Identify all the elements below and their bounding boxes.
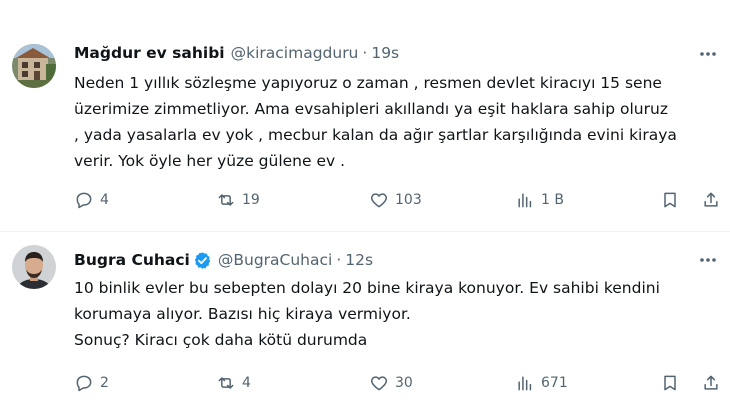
view-count: 1 B (541, 192, 564, 208)
more-options-button[interactable] (696, 248, 720, 272)
tweet-header: Bugra Cuhaci @BugraCuhaci · 12s (74, 248, 373, 272)
retweet-count: 4 (242, 375, 251, 391)
share-button[interactable] (701, 371, 721, 395)
retweet-count: 19 (242, 192, 260, 208)
tweet-header: Mağdur ev sahibi @kiracimagduru · 19s (74, 41, 399, 65)
heart-icon (370, 376, 388, 391)
reply-icon (76, 375, 92, 392)
verified-badge-icon (194, 251, 211, 269)
tweet[interactable]: Mağdur ev sahibi @kiracimagduru · 19s Ne… (0, 0, 730, 231)
heart-icon (370, 193, 388, 208)
tweet-actions: 4 19 103 1 B (74, 188, 722, 212)
user-handle[interactable]: @kiracimagduru (231, 44, 359, 62)
reply-icon (76, 192, 92, 209)
timestamp[interactable]: 12s (345, 251, 373, 269)
like-count: 30 (395, 375, 413, 391)
more-options-button[interactable] (696, 42, 720, 66)
retweet-icon (218, 377, 234, 389)
bookmark-icon (664, 192, 676, 208)
views-icon (518, 193, 532, 208)
share-button[interactable] (701, 188, 721, 212)
share-icon (704, 192, 718, 207)
display-name[interactable]: Bugra Cuhaci (74, 251, 190, 269)
verified-badge[interactable] (193, 251, 212, 270)
views-icon (518, 376, 532, 391)
timestamp[interactable]: 19s (371, 44, 399, 62)
avatar[interactable] (12, 44, 56, 88)
tweet-actions: 2 4 30 671 (74, 371, 722, 395)
views-button[interactable]: 671 (515, 371, 568, 395)
avatar-house-image (12, 44, 56, 88)
retweet-button[interactable]: 19 (216, 188, 260, 212)
avatar-person-image (12, 245, 56, 289)
avatar[interactable] (12, 245, 56, 289)
more-icon (700, 52, 716, 56)
separator-dot: · (362, 44, 368, 62)
reply-count: 2 (100, 375, 109, 391)
user-handle[interactable]: @BugraCuhaci (218, 251, 332, 269)
tweet-text: 10 binlik evler bu sebepten dolayı 20 bi… (74, 279, 660, 349)
bookmark-icon (664, 375, 676, 391)
like-count: 103 (395, 192, 422, 208)
reply-count: 4 (100, 192, 109, 208)
tweet[interactable]: Bugra Cuhaci @BugraCuhaci · 12s 10 binli… (0, 232, 730, 420)
more-icon (700, 258, 716, 262)
like-button[interactable]: 30 (369, 371, 413, 395)
like-button[interactable]: 103 (369, 188, 422, 212)
reply-button[interactable]: 4 (74, 188, 109, 212)
bookmark-button[interactable] (660, 188, 680, 212)
display-name[interactable]: Mağdur ev sahibi (74, 44, 225, 62)
bookmark-button[interactable] (660, 371, 680, 395)
tweet-text: Neden 1 yıllık sözleşme yapıyoruz o zama… (74, 74, 677, 170)
separator-dot: · (336, 251, 342, 269)
retweet-button[interactable]: 4 (216, 371, 251, 395)
reply-button[interactable]: 2 (74, 371, 109, 395)
view-count: 671 (541, 375, 568, 391)
share-icon (704, 375, 718, 390)
retweet-icon (218, 194, 234, 206)
views-button[interactable]: 1 B (515, 188, 564, 212)
